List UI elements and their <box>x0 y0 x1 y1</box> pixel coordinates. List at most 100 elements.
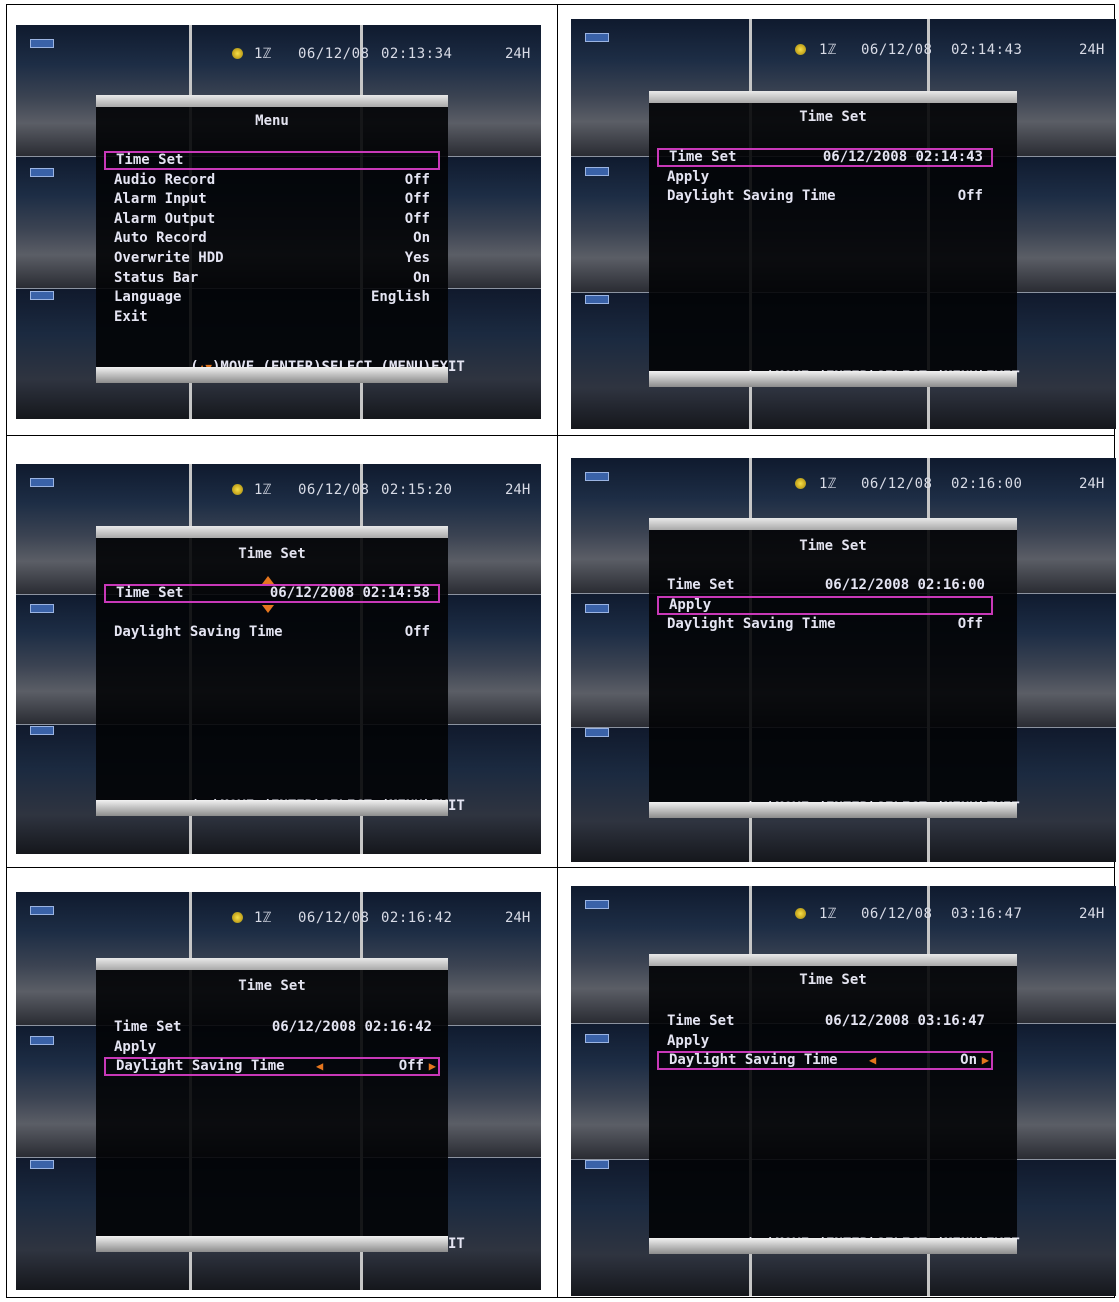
menu-row[interactable]: Daylight Saving Time Off <box>657 615 993 634</box>
menu-row-value: English <box>370 289 430 306</box>
status-sun-icon <box>232 912 243 923</box>
menu-row-value: 06/12/2008 02:14:43 <box>822 149 983 165</box>
left-arrow-icon[interactable]: ◀ <box>316 1059 323 1074</box>
menu-row-label: Daylight Saving Time <box>114 624 283 641</box>
menu-row[interactable]: Daylight Saving Time Off ◀ ▶ <box>104 1057 440 1077</box>
menu-row-label: Status Bar <box>114 269 199 286</box>
menu-row-label: Daylight Saving Time <box>667 616 836 633</box>
menu-row[interactable]: Exit <box>104 308 440 327</box>
status-channel: 1ℤ <box>819 42 837 58</box>
status-hours: 24H <box>505 46 531 62</box>
status-time: 02:14:43 <box>951 42 1023 58</box>
menu-row[interactable]: Apply <box>104 1038 440 1057</box>
menu-row-label: Apply <box>114 1038 157 1055</box>
time-set-panel: Time Set Time Set 06/12/2008 02:16:00 Appl… <box>649 518 1020 816</box>
menu-row-label: Auto Record <box>114 230 207 247</box>
status-time: 02:16:00 <box>951 476 1023 492</box>
menu-row-value: Off <box>404 191 430 208</box>
menu-row-value: On <box>413 269 430 286</box>
menu-row-label: Apply <box>669 596 712 613</box>
dvr-screen-menu: 1ℤ 06/12/08 02:13:34 24H Menu Time Set Au… <box>16 25 541 419</box>
up-arrow-icon[interactable] <box>262 576 274 584</box>
menu-title: Menu <box>255 113 289 129</box>
right-arrow-icon[interactable]: ▶ <box>982 1053 989 1068</box>
menu-row[interactable]: Time Set 06/12/2008 02:14:58 <box>104 576 440 613</box>
menu-row-label: Alarm Output <box>114 210 216 227</box>
status-channel: 1ℤ <box>254 910 272 926</box>
menu-row[interactable]: Audio Record Off <box>104 171 440 190</box>
panel-title: Time Set <box>799 538 867 554</box>
status-sun-icon <box>795 908 806 919</box>
menu-row[interactable]: Time Set 06/12/2008 02:16:42 <box>104 1018 440 1037</box>
menu-panel: Menu Time Set Audio Record Off Alarm Input O… <box>96 95 465 375</box>
menu-row[interactable]: Time Set 06/12/2008 02:14:43 <box>657 148 993 167</box>
menu-row[interactable]: Time Set <box>104 151 440 170</box>
menu-row-value: Off <box>957 188 983 205</box>
status-hours: 24H <box>1079 42 1105 58</box>
time-set-panel: Time Set Time Set 06/12/2008 02:14:58 Dayl… <box>96 526 465 814</box>
menu-row-label: Daylight Saving Time <box>669 1052 838 1069</box>
dvr-screen-apply: 1ℤ 06/12/08 02:16:00 24H Time Set Time S… <box>571 458 1116 862</box>
menu-row[interactable]: Alarm Output Off <box>104 210 440 229</box>
dvr-screen-dst-on: 1ℤ 06/12/08 03:16:47 24H Time Set Time S… <box>571 886 1116 1296</box>
menu-row-value: Off <box>957 616 983 633</box>
menu-row-label: Time Set <box>116 152 184 168</box>
menu-row-value: Off <box>404 171 430 188</box>
left-arrow-icon[interactable]: ◀ <box>869 1053 876 1068</box>
menu-row[interactable] <box>104 604 440 623</box>
grid-cell-2: 1ℤ 06/12/08 02:14:43 24H Time Set Time S… <box>557 4 1116 436</box>
status-channel: 1ℤ <box>819 476 837 492</box>
menu-row[interactable]: Alarm Input Off <box>104 190 440 209</box>
menu-row[interactable]: Daylight Saving Time Off <box>104 623 440 642</box>
menu-row-label: Daylight Saving Time <box>116 1058 285 1075</box>
menu-row-label: Time Set <box>667 1013 735 1029</box>
menu-row-label: Apply <box>667 168 710 185</box>
status-date: 06/12/08 <box>861 476 933 492</box>
menu-row-value: On <box>413 230 430 247</box>
menu-row-value: Off <box>404 624 430 641</box>
menu-row[interactable]: Apply <box>657 595 993 615</box>
menu-row-label: Daylight Saving Time <box>667 188 836 205</box>
menu-row-label: Language <box>114 289 182 306</box>
time-set-panel: Time Set Time Set 06/12/2008 02:16:42 Appl… <box>96 958 465 1252</box>
menu-row-value: Off <box>398 1058 424 1075</box>
menu-row-label: Time Set <box>669 149 737 165</box>
status-sun-icon <box>232 48 243 59</box>
menu-row-label: Alarm Input <box>114 191 207 208</box>
menu-row[interactable]: Apply <box>657 1032 993 1051</box>
grid-cell-5: 1ℤ 06/12/08 02:16:42 24H Time Set Time S… <box>6 867 558 1298</box>
menu-row-label: Time Set <box>667 577 735 593</box>
menu-row[interactable]: Auto Record On <box>104 229 440 248</box>
status-time: 02:13:34 <box>381 46 453 62</box>
menu-row-value: Yes <box>404 250 430 266</box>
menu-row-label: Audio Record <box>114 171 216 188</box>
grid-cell-4: 1ℤ 06/12/08 02:16:00 24H Time Set Time S… <box>557 435 1116 868</box>
status-hours: 24H <box>1079 476 1105 492</box>
menu-row[interactable]: Apply <box>657 168 993 187</box>
status-channel: 1ℤ <box>254 482 272 498</box>
menu-row[interactable]: Status Bar On <box>104 269 440 288</box>
menu-row-value: On <box>960 1052 977 1069</box>
time-set-panel: Time Set Time Set 06/12/2008 03:16:47 Appl… <box>649 954 1020 1252</box>
grid-cell-3: 1ℤ 06/12/08 02:15:20 24H Time Set Time S… <box>6 435 558 868</box>
menu-row-label: Overwrite HDD <box>114 250 224 266</box>
panel-title: Time Set <box>799 109 867 125</box>
menu-row[interactable]: Language English <box>104 288 440 307</box>
status-date: 06/12/08 <box>298 910 370 926</box>
menu-row[interactable]: Daylight Saving Time On ◀ ▶ <box>657 1051 993 1071</box>
menu-row[interactable]: Overwrite HDD Yes <box>104 249 440 268</box>
menu-row[interactable]: Time Set 06/12/2008 03:16:47 <box>657 1012 993 1031</box>
menu-row-label: Time Set <box>114 1019 182 1035</box>
dvr-screen-time-set: 1ℤ 06/12/08 02:14:43 24H Time Set Time S… <box>571 19 1116 429</box>
menu-row-value: Off <box>404 210 430 227</box>
menu-row-label: Apply <box>667 1032 710 1049</box>
screenshot-grid: 1ℤ 06/12/08 02:13:34 24H Menu Time Set Au… <box>6 4 1116 1298</box>
time-set-panel: Time Set Time Set 06/12/2008 02:14:43 Appl… <box>649 91 1020 385</box>
menu-row[interactable]: Time Set 06/12/2008 02:16:00 <box>657 576 993 595</box>
status-sun-icon <box>795 44 806 55</box>
right-arrow-icon[interactable]: ▶ <box>429 1059 436 1074</box>
dvr-screen-time-edit: 1ℤ 06/12/08 02:15:20 24H Time Set Time S… <box>16 464 541 854</box>
menu-row-value: 06/12/2008 02:16:00 <box>824 577 985 593</box>
status-hours: 24H <box>505 910 531 926</box>
menu-row[interactable]: Daylight Saving Time Off <box>657 187 993 206</box>
